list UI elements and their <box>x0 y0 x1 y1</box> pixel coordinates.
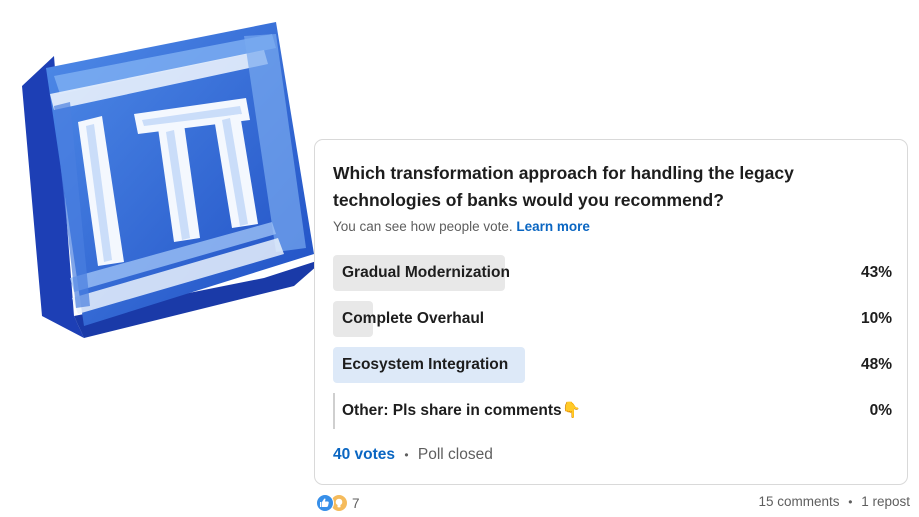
visibility-text: You can see how people vote. <box>333 219 513 234</box>
poll-card: Which transformation approach for handli… <box>314 139 908 485</box>
poll-option-percent: 43% <box>860 264 892 281</box>
poll-option-other[interactable]: Other: Pls share in comments👇 0% <box>333 393 892 429</box>
poll-options: Gradual Modernization 43% Complete Overh… <box>333 255 892 439</box>
poll-option-label: Ecosystem Integration <box>342 356 509 373</box>
engagement-counts: 15 comments • 1 repost <box>758 494 910 509</box>
poll-footer: 40 votes • Poll closed <box>333 446 493 464</box>
post-view: Which transformation approach for handli… <box>0 0 919 517</box>
votes-count-link[interactable]: 40 votes <box>333 446 395 463</box>
poll-visibility-note: You can see how people vote. Learn more <box>333 219 590 234</box>
poll-option-gradual-modernization[interactable]: Gradual Modernization 43% <box>333 255 892 291</box>
poll-option-label: Gradual Modernization <box>342 264 510 281</box>
poll-option-percent: 10% <box>860 310 892 327</box>
learn-more-link[interactable]: Learn more <box>516 219 590 234</box>
comments-count-link[interactable]: 15 comments <box>758 494 839 509</box>
it-logo-image <box>22 22 326 338</box>
poll-option-percent: 0% <box>869 402 892 419</box>
poll-option-percent: 48% <box>860 356 892 373</box>
reaction-count: 7 <box>352 495 360 511</box>
poll-option-complete-overhaul[interactable]: Complete Overhaul 10% <box>333 301 892 337</box>
poll-result-bar <box>333 393 335 429</box>
reposts-count-link[interactable]: 1 repost <box>861 494 910 509</box>
social-counts-bar: 7 15 comments • 1 repost <box>316 494 910 516</box>
like-icon <box>316 494 334 512</box>
poll-option-ecosystem-integration[interactable]: Ecosystem Integration 48% <box>333 347 892 383</box>
poll-option-label: Complete Overhaul <box>342 310 485 327</box>
poll-question: Which transformation approach for handli… <box>333 163 794 210</box>
separator-dot: • <box>848 495 853 509</box>
reactions-summary[interactable]: 7 <box>316 494 360 512</box>
separator-dot: • <box>404 448 409 462</box>
poll-option-label: Other: Pls share in comments👇 <box>342 402 581 419</box>
poll-status: Poll closed <box>417 446 493 463</box>
